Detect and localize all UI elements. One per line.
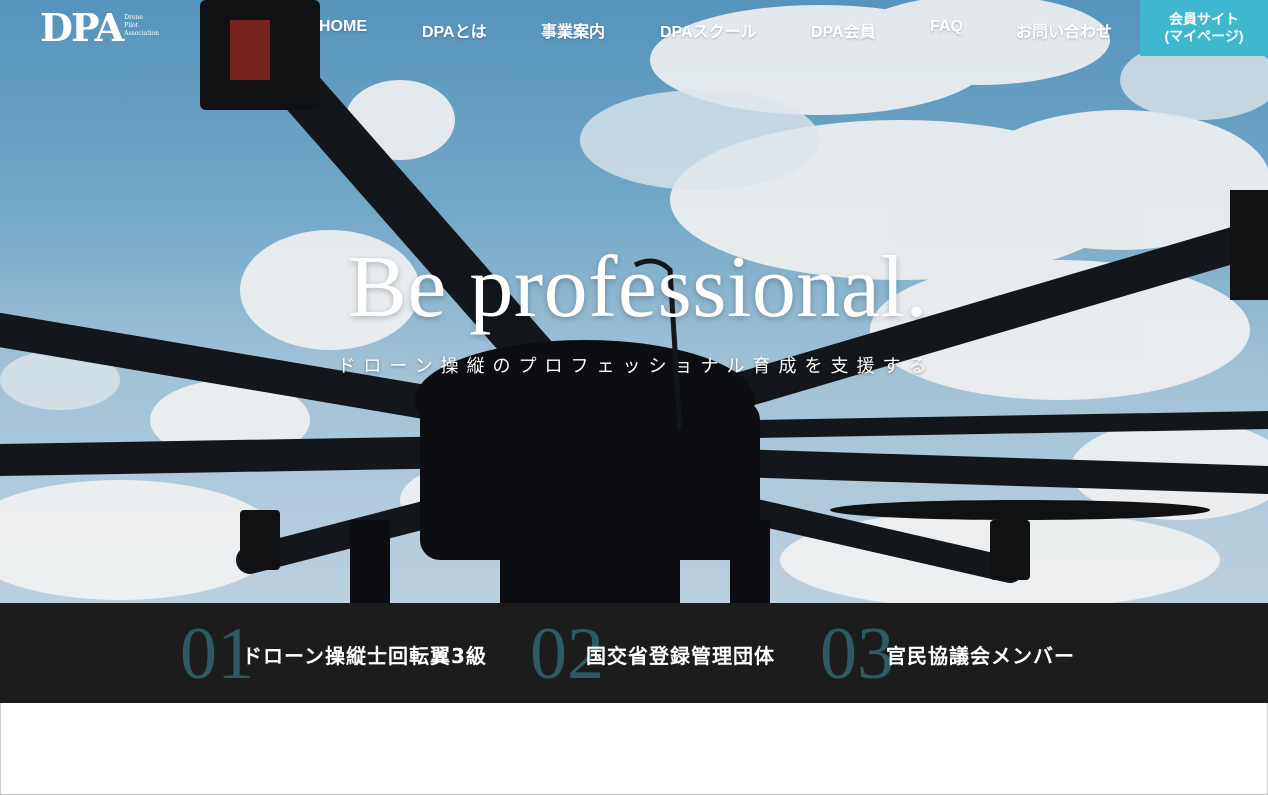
logo-subtext: Drone Pilot Association [124, 14, 159, 38]
features-bar: 01 ドローン操縦士回転翼3級 02 国交省登録管理団体 03 官民協議会メンバ… [0, 603, 1268, 703]
hero-headline: Be professional. [348, 239, 928, 336]
logo-mark: DPA [40, 5, 124, 50]
feature-label: 国交省登録管理団体 [586, 644, 775, 668]
feature-item: 01 ドローン操縦士回転翼3級 [180, 603, 510, 703]
nav-contact[interactable]: お問い合わせ [1016, 18, 1112, 42]
feature-number: 03 [820, 613, 894, 695]
logo-sub-line: Pilot [124, 22, 139, 29]
nav-dpa-school[interactable]: DPAスクール [660, 18, 757, 42]
content-area [0, 703, 1268, 795]
dpa-logo[interactable]: DPA Drone Pilot Association [40, 8, 159, 48]
feature-label: 官民協議会メンバー [886, 644, 1075, 668]
member-site-button[interactable]: 会員サイト (マイページ) [1140, 0, 1268, 56]
feature-label: ドローン操縦士回転翼3級 [242, 644, 487, 668]
nav-dpa-membership[interactable]: DPA会員 [811, 18, 876, 42]
member-site-label: 会員サイト [1169, 11, 1239, 27]
logo-sub-line: Drone [124, 14, 143, 21]
member-site-sublabel: (マイページ) [1164, 28, 1244, 44]
nav-services[interactable]: 事業案内 [541, 18, 605, 42]
top-navigation: DPA Drone Pilot Association HOME DPAとは 事… [0, 0, 1268, 58]
hero-subline: ドローン操縦のプロフェッショナル育成を支援する [337, 356, 935, 377]
feature-item: 02 国交省登録管理団体 [530, 603, 810, 703]
feature-item: 03 官民協議会メンバー [820, 603, 1110, 703]
nav-home[interactable]: HOME [319, 18, 367, 36]
logo-sub-line: Association [124, 30, 160, 37]
nav-about-dpa[interactable]: DPAとは [422, 18, 487, 42]
nav-faq[interactable]: FAQ [930, 18, 963, 36]
